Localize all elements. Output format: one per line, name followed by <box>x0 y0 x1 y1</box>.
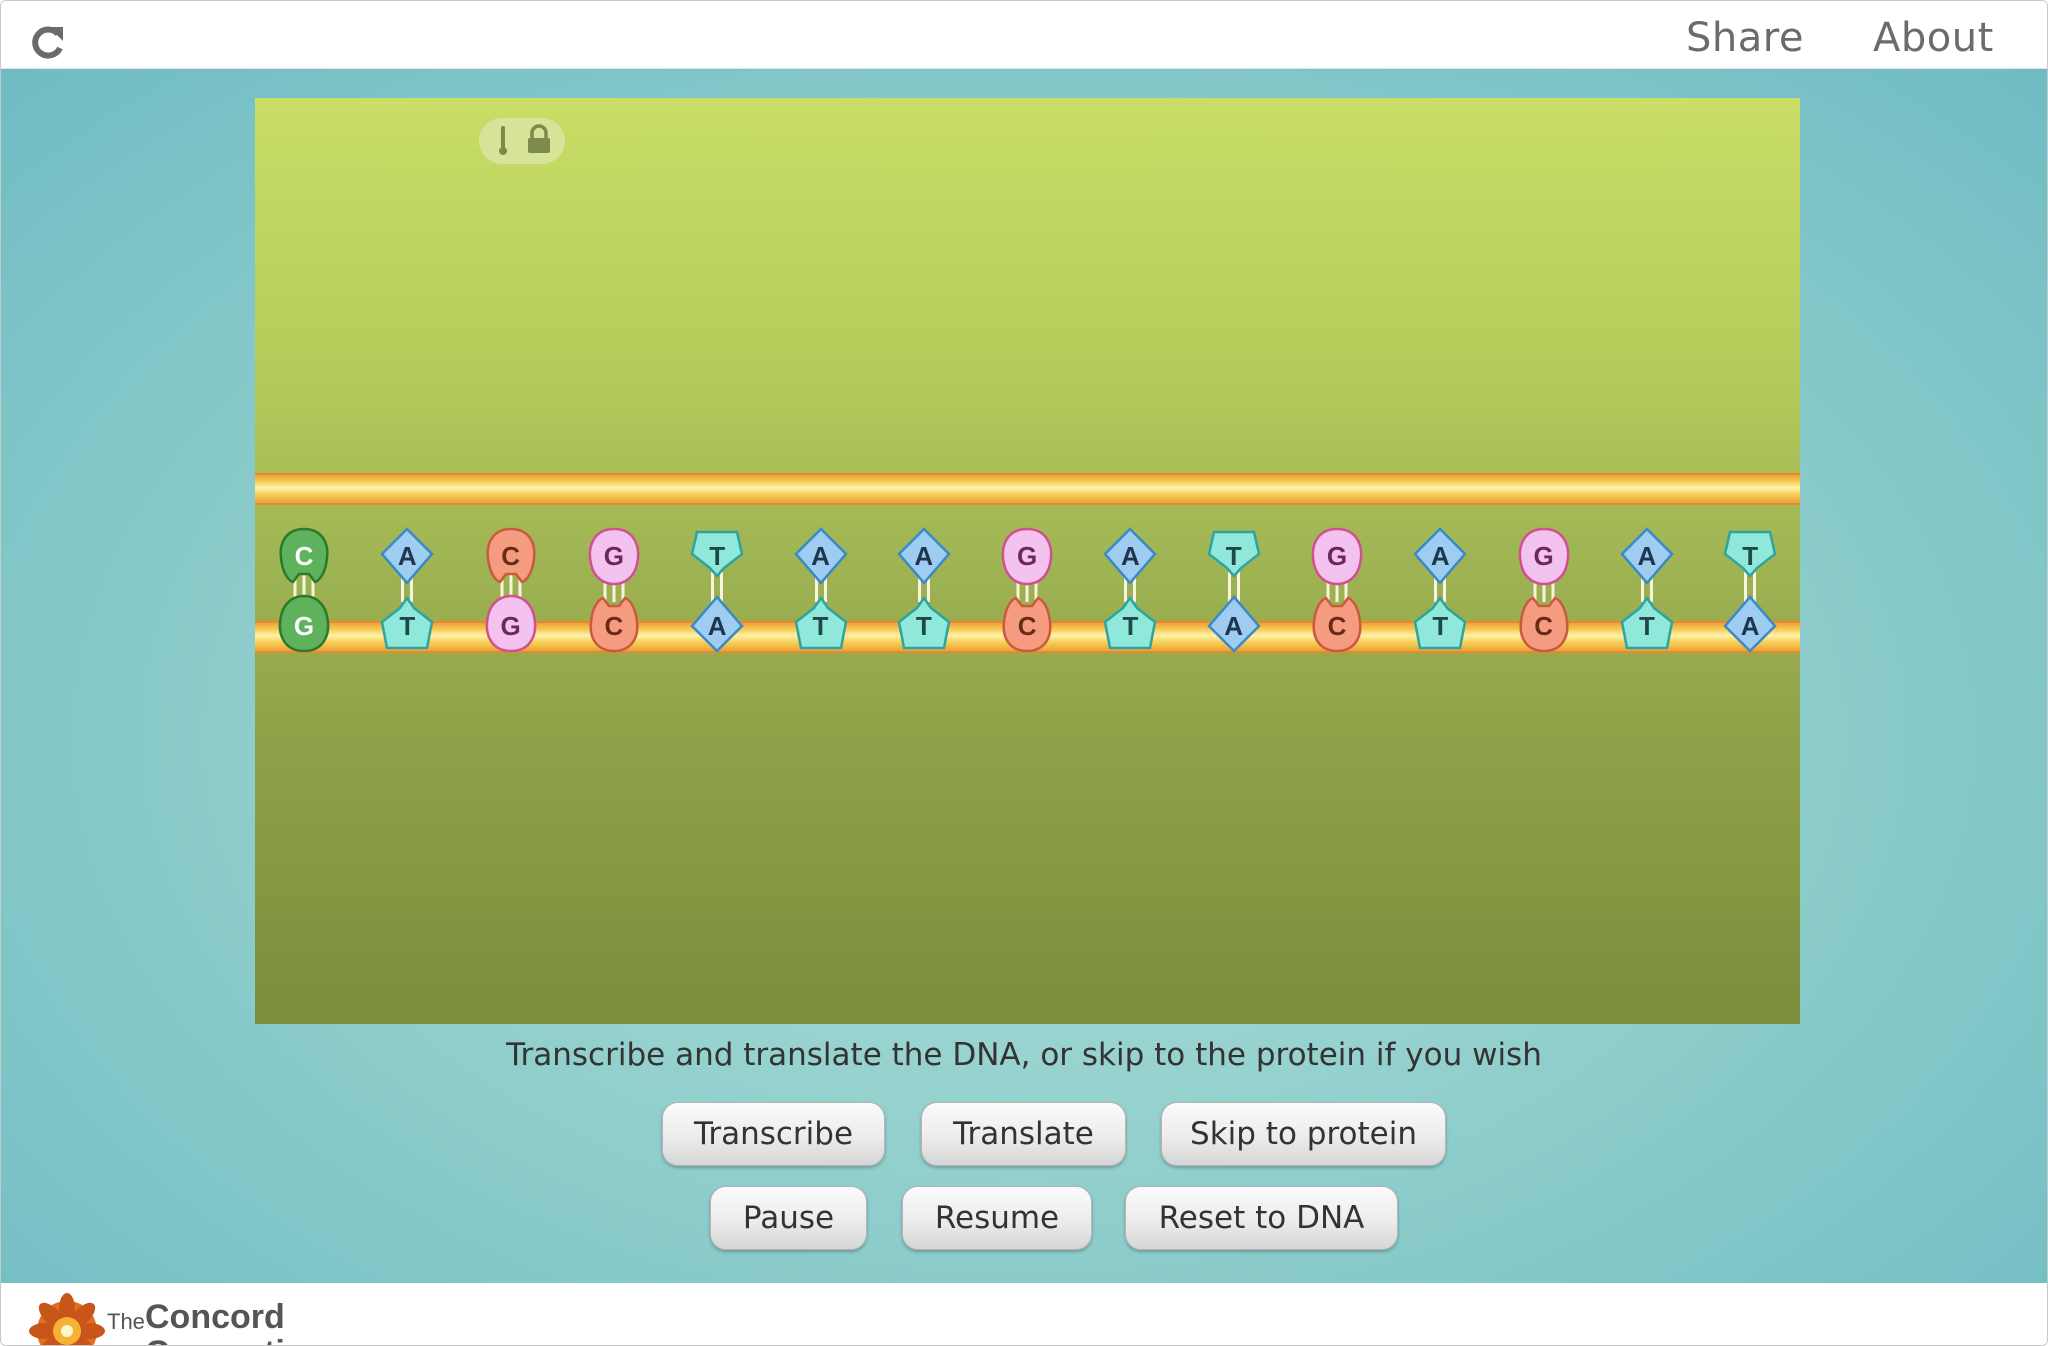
dna-base-top-a[interactable]: A <box>889 526 959 586</box>
logo-text-name: Concord Consortium <box>145 1299 336 1345</box>
base-letter: G <box>1533 541 1554 571</box>
base-letter: T <box>1122 611 1139 641</box>
dna-base-pairs: CGATCGGCTAATATGCATTAGCATGCATTA <box>255 98 1800 1024</box>
base-letter: T <box>1742 541 1759 571</box>
dna-base-top-c[interactable]: C <box>269 526 339 586</box>
base-pair[interactable]: GC <box>579 98 649 1024</box>
base-pair[interactable]: GC <box>1509 98 1579 1024</box>
dna-base-bottom-g[interactable]: G <box>269 594 339 654</box>
dna-base-top-g[interactable]: G <box>1302 526 1372 586</box>
app-frame: Share About CGATCGGCTAATATGCATTAGC A T G… <box>0 0 2048 1346</box>
dna-base-bottom-g[interactable]: G <box>476 594 546 654</box>
base-letter: T <box>1225 541 1242 571</box>
dna-base-bottom-t[interactable]: T <box>1095 594 1165 654</box>
base-letter: G <box>603 541 624 571</box>
base-letter: T <box>1432 611 1449 641</box>
dna-base-top-t[interactable]: T <box>682 526 752 586</box>
base-letter: T <box>399 611 416 641</box>
reset-to-dna-button[interactable]: Reset to DNA <box>1125 1186 1398 1250</box>
dna-base-bottom-t[interactable]: T <box>786 594 856 654</box>
base-pair[interactable]: GC <box>992 98 1062 1024</box>
base-letter: T <box>709 541 726 571</box>
base-pair[interactable]: TA <box>1715 98 1785 1024</box>
dna-base-top-t[interactable]: T <box>1715 526 1785 586</box>
base-letter: A <box>914 541 934 571</box>
dna-base-top-a[interactable]: A <box>1612 526 1682 586</box>
dna-base-bottom-t[interactable]: T <box>889 594 959 654</box>
share-link[interactable]: Share <box>1686 15 1804 61</box>
dna-base-bottom-c[interactable]: C <box>1302 594 1372 654</box>
concord-consortium-logo-icon[interactable] <box>27 1291 107 1345</box>
base-letter: A <box>811 541 830 571</box>
base-pair[interactable]: AT <box>889 98 959 1024</box>
base-pair[interactable]: GC <box>1302 98 1372 1024</box>
dna-base-top-t[interactable]: T <box>1199 526 1269 586</box>
logo-text-consortium: Consortium <box>145 1334 336 1345</box>
dna-base-bottom-t[interactable]: T <box>1405 594 1475 654</box>
transcribe-button[interactable]: Transcribe <box>662 1102 885 1166</box>
dna-base-top-a[interactable]: A <box>1095 526 1165 586</box>
resume-button[interactable]: Resume <box>902 1186 1092 1250</box>
base-letter: G <box>293 611 315 641</box>
base-pair[interactable]: CG <box>476 98 546 1024</box>
dna-base-top-g[interactable]: G <box>579 526 649 586</box>
top-bar: Share About <box>1 1 2047 69</box>
base-letter: A <box>1224 611 1244 641</box>
base-letter: C <box>294 541 314 571</box>
base-letter: A <box>1430 541 1450 571</box>
dna-base-top-c[interactable]: C <box>476 526 546 586</box>
base-letter: C <box>604 611 624 641</box>
base-letter: C <box>1017 611 1037 641</box>
base-letter: G <box>1016 541 1038 571</box>
logo-text-the: The <box>107 1309 145 1334</box>
base-pair[interactable]: TA <box>1199 98 1269 1024</box>
base-letter: G <box>1326 541 1348 571</box>
base-letter: T <box>812 611 829 641</box>
base-letter: T <box>915 611 932 641</box>
base-letter: A <box>707 611 727 641</box>
base-letter: C <box>1327 611 1347 641</box>
base-letter: C <box>1534 611 1553 641</box>
dna-base-top-a[interactable]: A <box>372 526 442 586</box>
dna-base-top-g[interactable]: G <box>1509 526 1579 586</box>
base-letter: A <box>1740 611 1760 641</box>
dna-base-bottom-a[interactable]: A <box>1199 594 1269 654</box>
base-pair[interactable]: AT <box>1612 98 1682 1024</box>
dna-simulation-canvas[interactable]: CGATCGGCTAATATGCATTAGCATGCATTA <box>255 98 1800 1024</box>
dna-base-bottom-t[interactable]: T <box>1612 594 1682 654</box>
dna-base-top-g[interactable]: G <box>992 526 1062 586</box>
dna-base-bottom-a[interactable]: A <box>1715 594 1785 654</box>
dna-base-bottom-t[interactable]: T <box>372 594 442 654</box>
footer: The Concord Consortium <box>1 1283 2047 1345</box>
base-letter: G <box>500 611 521 641</box>
about-link[interactable]: About <box>1873 15 1994 61</box>
base-letter: A <box>397 541 417 571</box>
logo-text-concord: Concord <box>145 1298 285 1336</box>
pause-button[interactable]: Pause <box>710 1186 867 1250</box>
dna-base-bottom-a[interactable]: A <box>682 594 752 654</box>
base-letter: A <box>1637 541 1657 571</box>
dna-base-top-a[interactable]: A <box>1405 526 1475 586</box>
skip-to-protein-button[interactable]: Skip to protein <box>1161 1102 1446 1166</box>
base-pair[interactable]: AT <box>372 98 442 1024</box>
dna-base-bottom-c[interactable]: C <box>1509 594 1579 654</box>
simulation-stage: CGATCGGCTAATATGCATTAGCATGCATTA Transcrib… <box>1 69 2047 1283</box>
base-letter: A <box>1121 541 1140 571</box>
base-letter: T <box>1638 611 1655 641</box>
base-pair[interactable]: AT <box>786 98 856 1024</box>
base-pair[interactable]: CG <box>269 98 339 1024</box>
base-letter: C <box>501 541 520 571</box>
dna-base-bottom-c[interactable]: C <box>992 594 1062 654</box>
dna-base-bottom-c[interactable]: C <box>579 594 649 654</box>
instruction-text: Transcribe and translate the DNA, or ski… <box>506 1037 1542 1073</box>
reload-icon[interactable] <box>25 21 69 65</box>
base-pair[interactable]: AT <box>1405 98 1475 1024</box>
base-pair[interactable]: TA <box>682 98 752 1024</box>
dna-base-top-a[interactable]: A <box>786 526 856 586</box>
translate-button[interactable]: Translate <box>921 1102 1126 1166</box>
base-pair[interactable]: AT <box>1095 98 1165 1024</box>
